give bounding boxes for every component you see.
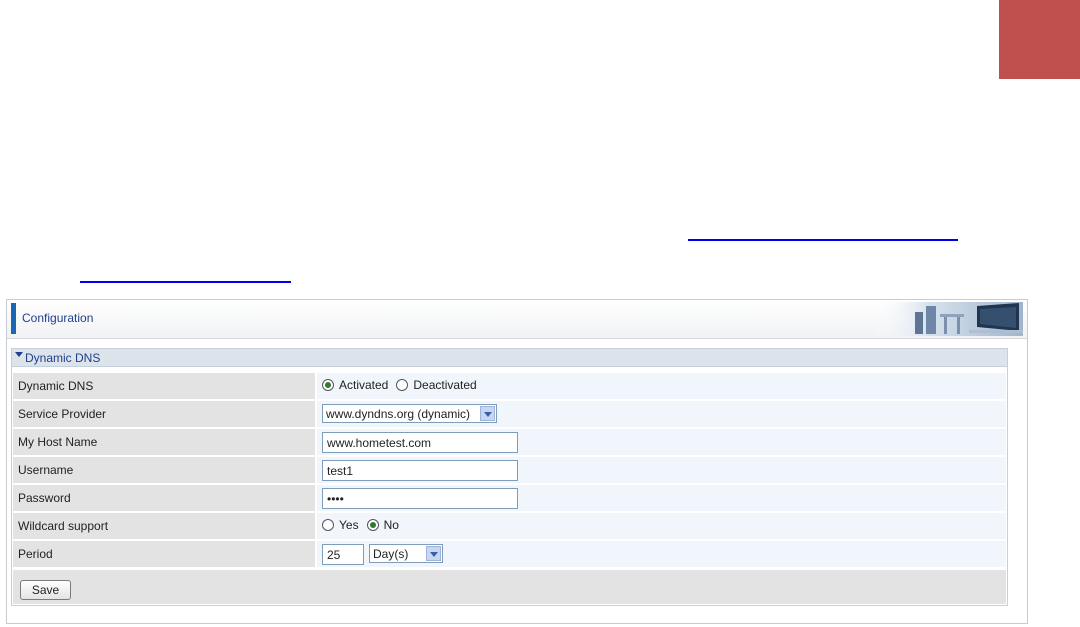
- activated-label[interactable]: Activated: [339, 378, 388, 392]
- value-cell: Yes No: [317, 513, 1006, 539]
- chevron-down-icon[interactable]: [426, 546, 441, 561]
- wildcard-label: Wildcard support: [18, 519, 109, 533]
- deactivated-label[interactable]: Deactivated: [413, 378, 476, 392]
- period-label: Period: [18, 547, 53, 561]
- dynamic-dns-row: Dynamic DNS Activated Deactivated: [13, 373, 1006, 399]
- value-cell: [317, 429, 1006, 455]
- wildcard-no-radio[interactable]: [366, 519, 379, 531]
- value-cell: [317, 457, 1006, 483]
- password-label: Password: [18, 491, 71, 505]
- wildcard-row: Wildcard support Yes No: [13, 513, 1006, 539]
- chevron-down-icon[interactable]: [480, 406, 495, 421]
- panel-title: Configuration: [22, 311, 94, 325]
- label-cell: Period: [13, 541, 315, 567]
- button-bar: Save: [13, 570, 1006, 604]
- dynamic-dns-radio-group: Activated Deactivated: [322, 378, 485, 392]
- document-link-underline[interactable]: [80, 281, 291, 283]
- service-provider-value: www.dyndns.org (dynamic): [326, 407, 471, 421]
- service-provider-select[interactable]: www.dyndns.org (dynamic): [322, 404, 497, 423]
- value-cell: Day(s): [317, 541, 1006, 567]
- document-link-underline[interactable]: [688, 239, 958, 241]
- username-input[interactable]: [322, 460, 518, 481]
- password-input[interactable]: [322, 488, 518, 509]
- office-illustration-icon: [873, 302, 1023, 336]
- username-row: Username: [13, 457, 1006, 483]
- wildcard-yes-label[interactable]: Yes: [339, 518, 359, 532]
- username-label: Username: [18, 463, 74, 477]
- wildcard-no-label[interactable]: No: [384, 518, 399, 532]
- label-cell: Username: [13, 457, 315, 483]
- period-row: Period Day(s): [13, 541, 1006, 567]
- label-cell: Password: [13, 485, 315, 511]
- wildcard-yes-radio[interactable]: [322, 519, 334, 531]
- value-cell: Activated Deactivated: [317, 373, 1006, 399]
- label-cell: Wildcard support: [13, 513, 315, 539]
- section-header[interactable]: Dynamic DNS: [12, 349, 1007, 367]
- label-cell: Service Provider: [13, 401, 315, 427]
- dynamic-dns-label: Dynamic DNS: [18, 379, 94, 393]
- label-cell: Dynamic DNS: [13, 373, 315, 399]
- value-cell: www.dyndns.org (dynamic): [317, 401, 1006, 427]
- caret-down-icon[interactable]: [15, 352, 23, 357]
- header-accent-bar: [11, 303, 16, 334]
- panel-header: Configuration: [7, 300, 1027, 339]
- password-row: Password: [13, 485, 1006, 511]
- section-title: Dynamic DNS: [25, 351, 101, 365]
- label-cell: My Host Name: [13, 429, 315, 455]
- period-input[interactable]: [322, 544, 364, 565]
- period-unit-select[interactable]: Day(s): [369, 544, 443, 563]
- service-provider-label: Service Provider: [18, 407, 107, 421]
- host-name-label: My Host Name: [18, 435, 98, 449]
- host-name-row: My Host Name: [13, 429, 1006, 455]
- wildcard-radio-group: Yes No: [322, 518, 407, 532]
- save-button[interactable]: Save: [20, 580, 71, 600]
- service-provider-row: Service Provider www.dyndns.org (dynamic…: [13, 401, 1006, 427]
- value-cell: [317, 485, 1006, 511]
- activated-radio[interactable]: [322, 379, 334, 391]
- configuration-panel: Configuration Dynamic DNS Dynamic DNS Ac…: [6, 299, 1028, 624]
- host-name-input[interactable]: [322, 432, 518, 453]
- deactivated-radio[interactable]: [396, 379, 409, 391]
- period-unit-value: Day(s): [373, 547, 409, 561]
- dynamic-dns-section: Dynamic DNS Dynamic DNS Activated Deacti…: [11, 348, 1008, 606]
- corner-decoration: [999, 0, 1080, 79]
